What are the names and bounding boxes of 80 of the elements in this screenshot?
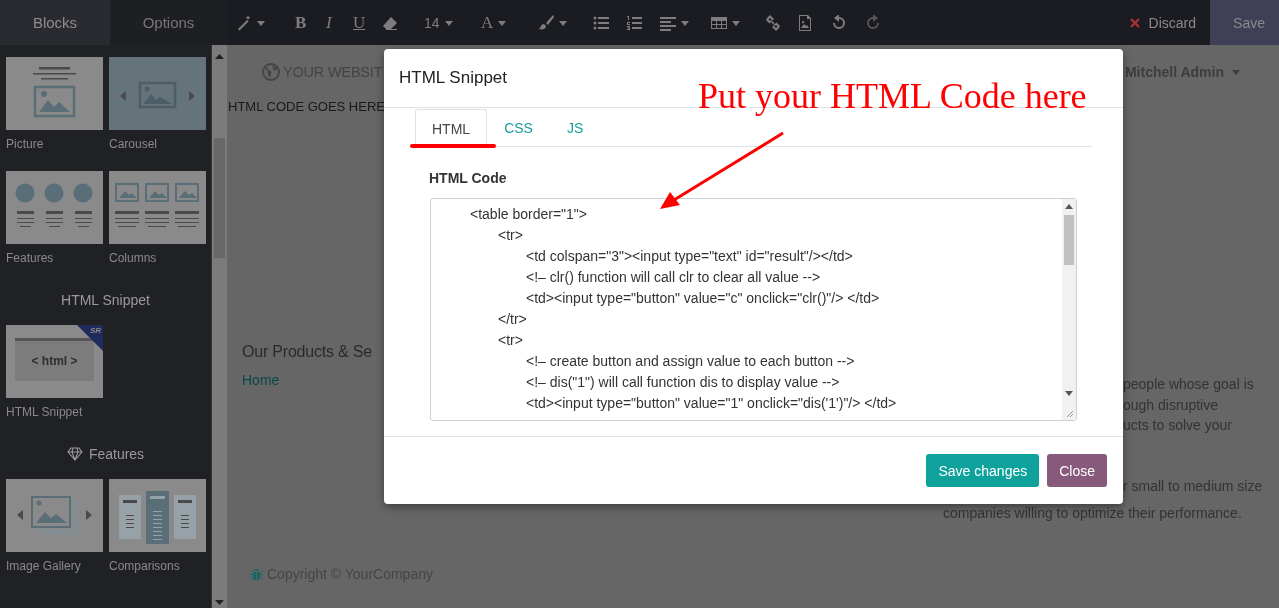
editor-tab[interactable]: CSS xyxy=(487,109,550,146)
caret-icon xyxy=(444,20,453,26)
code-line: </tr> xyxy=(497,310,527,329)
section-title: HTML Snippet xyxy=(61,292,150,308)
link-icon xyxy=(765,15,781,31)
snippet-thumbnail[interactable] xyxy=(109,479,206,552)
dialog-title: HTML Snippet xyxy=(399,68,508,88)
snippet-thumbnail[interactable] xyxy=(6,57,103,130)
snippet-thumbnail[interactable]: < html > SR xyxy=(6,325,103,398)
code-line: <!– clr() function will call clr to clear all value --> xyxy=(525,268,821,287)
caret-icon xyxy=(498,20,507,26)
caret-icon xyxy=(732,20,740,26)
badge-text: SR xyxy=(89,326,101,335)
bold-button[interactable]: B xyxy=(295,13,307,33)
scroll-up-arrow-icon[interactable] xyxy=(1065,204,1073,209)
bullet-list-icon xyxy=(593,15,609,31)
code-label: < html > xyxy=(15,338,94,381)
snippet-label: Picture xyxy=(6,136,45,152)
eraser-icon xyxy=(382,15,398,31)
image-icon xyxy=(797,15,813,31)
globe-icon xyxy=(262,63,280,81)
link-button[interactable] xyxy=(765,13,781,33)
editor-tab[interactable]: JS xyxy=(549,109,601,146)
caret-icon xyxy=(681,20,689,26)
save-button[interactable]: Save xyxy=(1210,0,1279,45)
caret-icon xyxy=(257,20,265,26)
magic-wand-button[interactable] xyxy=(236,13,265,33)
sidebar-tab[interactable]: Blocks xyxy=(0,0,110,45)
annotation-text: Put your HTML Code here xyxy=(698,76,1087,116)
scroll-down-arrow-icon[interactable] xyxy=(1065,391,1073,396)
snippet-thumbnail[interactable] xyxy=(109,171,206,244)
resize-handle-icon[interactable] xyxy=(1064,408,1074,418)
close-icon xyxy=(1129,17,1140,28)
snippet-thumbnail[interactable] xyxy=(6,171,103,244)
font-color-dropdown[interactable]: A xyxy=(481,13,507,33)
placeholder-text: HTML CODE GOES HERE xyxy=(228,99,385,115)
code-line: <tr> xyxy=(497,226,523,245)
table-icon xyxy=(711,15,727,31)
code-line: <tr> xyxy=(497,331,523,350)
scrollbar-thumb[interactable] xyxy=(1064,215,1074,265)
scroll-down-arrow-icon[interactable] xyxy=(215,600,224,605)
redo-icon xyxy=(865,15,881,31)
caret-icon xyxy=(559,20,567,26)
snippet-label: HTML Snippet xyxy=(6,404,84,420)
scroll-up-arrow-icon[interactable] xyxy=(215,54,224,59)
code-line: <td colspan="3"><input type="text" id="result"/></td> xyxy=(525,247,853,266)
section-title: Features xyxy=(88,446,145,462)
font-size-dropdown[interactable]: 14 xyxy=(424,13,453,33)
close-button[interactable]: Close xyxy=(1047,454,1107,487)
snippet-label: Image Gallery xyxy=(6,558,82,574)
undo-icon xyxy=(831,15,847,31)
magic-wand-icon xyxy=(236,15,252,31)
editor-tab[interactable]: HTML xyxy=(415,109,488,147)
snippet-label: Features xyxy=(6,250,55,266)
save-changes-button[interactable]: Save changes xyxy=(926,454,1040,487)
snippet-label: Carousel xyxy=(109,136,159,152)
paint-brush-icon xyxy=(538,15,554,31)
snippet-thumbnail[interactable] xyxy=(6,479,103,552)
snippet-label: Comparisons xyxy=(109,558,181,574)
code-line: <td><input type="button" value="c" onclick="clr()"/> </td> xyxy=(525,289,880,308)
diamond-icon xyxy=(66,447,83,461)
align-left-icon xyxy=(660,15,676,31)
code-line: <!– create button and assign value to each button --> xyxy=(525,352,855,371)
field-label: HTML Code xyxy=(429,170,508,186)
snippet-thumbnail[interactable] xyxy=(109,57,206,130)
image-button[interactable] xyxy=(797,13,813,33)
snippet-label: Columns xyxy=(109,250,158,266)
sidebar-scrollbar[interactable] xyxy=(211,45,227,608)
underline-button[interactable]: U xyxy=(353,13,366,33)
numbered-list-button[interactable] xyxy=(626,13,642,33)
code-line: <table border="1"> xyxy=(469,205,587,224)
code-line: <td><input type="button" value="1" onclick="dis('1')"/> </td> xyxy=(525,394,897,413)
bug-icon xyxy=(250,567,263,581)
code-editor[interactable] xyxy=(430,198,1077,421)
italic-button[interactable]: I xyxy=(326,13,332,33)
section-heading: Our Products & Se xyxy=(242,342,372,362)
numbered-list-icon xyxy=(626,15,642,31)
code-line: <!– dis("1") will call function dis to display value --> xyxy=(525,373,840,392)
caret-icon xyxy=(1232,69,1240,75)
editor-scrollbar[interactable] xyxy=(1062,199,1076,420)
